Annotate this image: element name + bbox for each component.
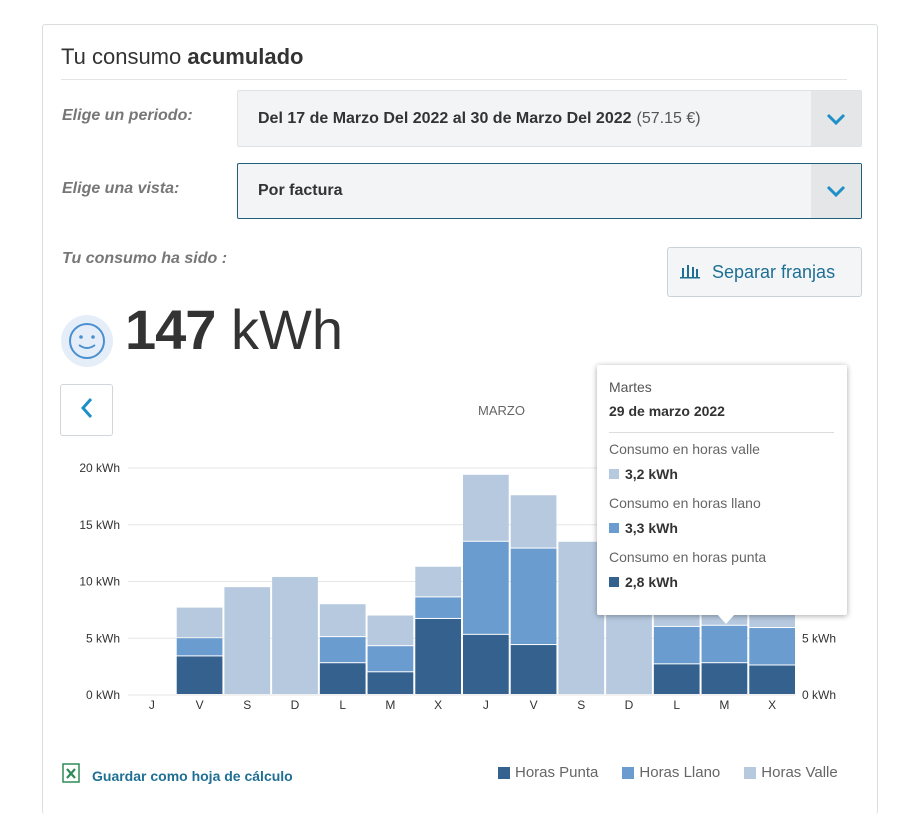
x-tick-label: M [719, 698, 729, 712]
tooltip-punta-value: 2,8 kWh [609, 574, 678, 590]
day-tooltip: Martes 29 de marzo 2022 Consumo en horas… [597, 365, 847, 615]
bar-llano [319, 637, 366, 663]
bar-llano [749, 628, 795, 665]
x-tick-label: J [149, 698, 155, 712]
x-tick-label: L [673, 698, 680, 712]
bar-valle [176, 607, 223, 638]
period-label: Elige un periodo: [62, 107, 193, 124]
x-tick-label: S [243, 698, 251, 712]
bar-punta [319, 663, 366, 694]
bar-llano [415, 597, 461, 618]
split-bands-button[interactable]: Separar franjas [667, 247, 862, 297]
chart-legend: Horas Punta Horas Llano Horas Valle [498, 764, 838, 781]
x-tick-label: D [291, 698, 300, 712]
bar-valle [415, 566, 461, 597]
split-bands-label: Separar franjas [712, 261, 836, 282]
y-tick-label-right: 5 kWh [802, 631, 836, 645]
period-value: Del 17 de Marzo Del 2022 al 30 de Marzo … [258, 109, 701, 127]
y-tick-label-right: 0 kWh [802, 688, 836, 702]
y-tick-label: 0 kWh [86, 688, 120, 702]
smiley-icon [61, 315, 113, 367]
legend-valle: Horas Valle [744, 764, 838, 781]
x-tick-label: L [339, 698, 346, 712]
tooltip-llano-value: 3,3 kWh [609, 520, 678, 536]
bar-valle [224, 587, 271, 694]
bar-punta [653, 664, 700, 694]
tooltip-date: 29 de marzo 2022 [609, 403, 725, 419]
total-value: 147 [125, 298, 216, 361]
tooltip-valle-value: 3,2 kWh [609, 466, 678, 482]
tooltip-valle-label: Consumo en horas valle [609, 441, 760, 457]
tooltip-arrow [717, 614, 735, 624]
save-spreadsheet-link[interactable]: Guardar como hoja de cálculo [62, 763, 293, 788]
legend-punta: Horas Punta [498, 764, 598, 781]
tooltip-punta-label: Consumo en horas punta [609, 549, 767, 565]
x-tick-label: J [483, 698, 489, 712]
tooltip-weekday: Martes [609, 379, 652, 395]
view-select[interactable]: Por factura [237, 163, 862, 219]
x-tick-label: X [434, 698, 442, 712]
x-tick-label: S [577, 698, 585, 712]
tooltip-llano-label: Consumo en horas llano [609, 495, 761, 511]
bar-llano [653, 626, 700, 664]
bar-llano [367, 646, 414, 672]
spreadsheet-icon [62, 763, 82, 788]
y-tick-label: 15 kWh [79, 518, 120, 532]
title-divider [61, 79, 847, 80]
bar-punta [701, 663, 748, 694]
bar-punta [463, 634, 509, 694]
chart-month-label: MARZO [478, 403, 525, 418]
tooltip-divider [609, 432, 834, 433]
x-tick-label: V [196, 698, 204, 712]
bar-chart-icon [680, 261, 700, 284]
bar-valle [272, 576, 318, 694]
bar-punta [510, 645, 557, 694]
punta-swatch [609, 577, 619, 587]
consumption-label: Tu consumo ha sido : [62, 250, 228, 267]
save-spreadsheet-label: Guardar como hoja de cálculo [92, 767, 293, 784]
llano-swatch [609, 523, 619, 533]
previous-period-button[interactable] [60, 384, 113, 436]
page-title: Tu consumo acumulado [61, 44, 304, 69]
view-value: Por factura [258, 182, 343, 199]
chevron-down-icon[interactable] [811, 164, 861, 218]
bar-llano [701, 625, 748, 663]
y-tick-label: 10 kWh [79, 575, 120, 589]
view-label: Elige una vista: [62, 180, 180, 197]
bar-punta [176, 656, 223, 694]
bar-punta [415, 618, 461, 694]
bar-punta [367, 672, 414, 694]
chevron-down-icon[interactable] [811, 91, 861, 146]
bar-punta [749, 665, 795, 694]
legend-llano: Horas Llano [622, 764, 720, 781]
bar-valle [367, 615, 414, 646]
x-tick-label: X [768, 698, 776, 712]
x-tick-label: V [530, 698, 538, 712]
y-tick-label: 20 kWh [79, 461, 120, 475]
period-amount: (57.15 €) [636, 109, 701, 127]
bar-llano [510, 548, 557, 645]
valle-swatch [609, 469, 619, 479]
period-select[interactable]: Del 17 de Marzo Del 2022 al 30 de Marzo … [237, 90, 862, 147]
bar-valle [510, 495, 557, 548]
total-unit: kWh [231, 298, 343, 361]
bar-valle [319, 604, 366, 637]
y-tick-label: 5 kWh [86, 631, 120, 645]
x-tick-label: M [385, 698, 395, 712]
x-tick-label: D [625, 698, 634, 712]
bar-llano [176, 638, 223, 656]
bar-llano [463, 541, 509, 634]
bar-valle [463, 474, 509, 541]
chevron-left-icon [80, 397, 94, 424]
total-consumption: 147 kWh [125, 298, 343, 362]
